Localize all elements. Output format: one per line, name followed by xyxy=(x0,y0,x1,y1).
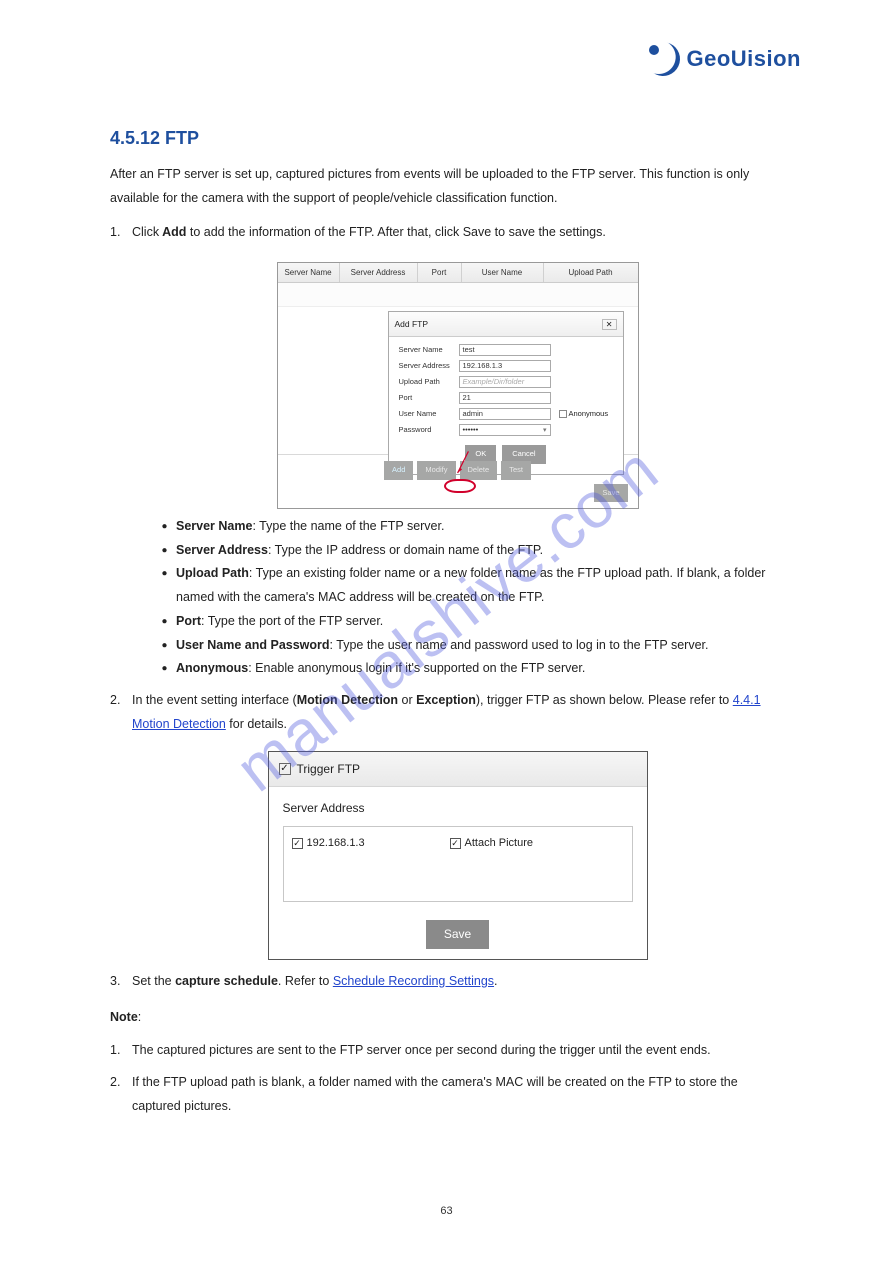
s2c2: Exception xyxy=(416,693,476,707)
step-2: In the event setting interface (Motion D… xyxy=(110,689,783,960)
step1-suffix: to add the information of the FTP. After… xyxy=(190,225,606,239)
step1-bold: Add xyxy=(159,225,190,239)
label-user-name: User Name xyxy=(399,407,459,421)
s2e: for details. xyxy=(229,717,287,731)
step1-prefix: Click xyxy=(132,225,159,239)
test-button[interactable]: Test xyxy=(501,461,531,479)
delete-button[interactable]: Delete xyxy=(460,461,498,479)
s2b: ), xyxy=(476,693,484,707)
modify-button[interactable]: Modify xyxy=(417,461,455,479)
b1b: : Type the name of the FTP server. xyxy=(252,519,444,533)
trigger-ftp-label: Trigger FTP xyxy=(297,758,361,781)
input-server-address[interactable]: 192.168.1.3 xyxy=(459,360,551,372)
attach-picture-checkbox[interactable]: ✓ xyxy=(450,838,461,849)
b4b: : Type the port of the FTP server. xyxy=(201,614,383,628)
page-number: 63 xyxy=(0,1205,893,1217)
brand-logo: GeoUision xyxy=(646,42,801,76)
input-server-name[interactable]: test xyxy=(459,344,551,356)
input-port[interactable]: 21 xyxy=(459,392,551,404)
step-3: Set the capture schedule. Refer to Sched… xyxy=(110,970,783,994)
col-server-name: Server Name xyxy=(278,263,340,282)
s3a: Set the xyxy=(132,974,175,988)
s2a: In the event setting interface ( xyxy=(132,693,297,707)
note-label: Note xyxy=(110,1010,138,1024)
label-port: Port xyxy=(399,391,459,405)
b5a: User Name and Password xyxy=(176,638,330,652)
bullet-server-name: Server Name: Type the name of the FTP se… xyxy=(162,515,783,539)
server-address-heading: Server Address xyxy=(283,797,633,820)
close-icon[interactable]: ✕ xyxy=(602,319,617,330)
section-heading: 4.5.12 FTP xyxy=(110,128,783,149)
label-upload-path: Upload Path xyxy=(399,375,459,389)
label-password: Password xyxy=(399,423,459,437)
s2c: Motion Detection xyxy=(297,693,398,707)
b3a: Upload Path xyxy=(176,566,249,580)
b6b: : Enable anonymous login if it's support… xyxy=(248,661,585,675)
logo-text: GeoUision xyxy=(686,46,801,72)
list-item: ✓ 192.168.1.3 ✓ Attach Picture xyxy=(292,833,624,854)
ftp-table-header: Server Name Server Address Port User Nam… xyxy=(278,263,638,283)
s2d: trigger FTP as shown below. Please refer… xyxy=(487,693,733,707)
input-password[interactable]: •••••• ▾ xyxy=(459,424,551,436)
col-user-name: User Name xyxy=(462,263,544,282)
anonymous-label: Anonymous xyxy=(569,407,609,421)
col-server-address: Server Address xyxy=(340,263,418,282)
logo-mark xyxy=(646,42,680,76)
trigger-ftp-checkbox[interactable]: ✓ xyxy=(279,763,291,775)
col-upload-path: Upload Path xyxy=(544,263,638,282)
bullet-port: Port: Type the port of the FTP server. xyxy=(162,610,783,634)
b3b: : Type an existing folder name or a new … xyxy=(176,566,765,604)
intro-paragraph: After an FTP server is set up, captured … xyxy=(110,163,783,211)
s2b2: or xyxy=(398,693,416,707)
b4a: Port xyxy=(176,614,201,628)
server-address-listbox: ✓ 192.168.1.3 ✓ Attach Picture xyxy=(283,826,633,902)
ip-checkbox[interactable]: ✓ xyxy=(292,838,303,849)
b6a: Anonymous xyxy=(176,661,248,675)
label-server-address: Server Address xyxy=(399,359,459,373)
chevron-down-icon[interactable]: ▾ xyxy=(543,424,547,437)
schedule-recording-link[interactable]: Schedule Recording Settings xyxy=(333,974,494,988)
note-2: If the FTP upload path is blank, a folde… xyxy=(110,1071,783,1119)
bullet-upload-path: Upload Path: Type an existing folder nam… xyxy=(162,562,783,610)
dialog-title: Add FTP xyxy=(395,316,429,332)
b5b: : Type the user name and password used t… xyxy=(330,638,709,652)
label-server-name: Server Name xyxy=(399,343,459,357)
col-port: Port xyxy=(418,263,462,282)
save-button[interactable]: Save xyxy=(594,484,627,502)
add-button[interactable]: Add xyxy=(384,461,413,479)
ftp-config-screenshot: Server Name Server Address Port User Nam… xyxy=(277,262,639,509)
s3c: . Refer to xyxy=(278,974,333,988)
s3d: . xyxy=(494,974,497,988)
bullet-user-pass: User Name and Password: Type the user na… xyxy=(162,634,783,658)
b2b: : Type the IP address or domain name of … xyxy=(268,543,543,557)
save-button-2[interactable]: Save xyxy=(426,920,489,949)
b1a: Server Name xyxy=(176,519,252,533)
attach-picture-label: Attach Picture xyxy=(465,833,533,854)
b2a: Server Address xyxy=(176,543,268,557)
step-1: Click Add to add the information of the … xyxy=(110,221,783,682)
add-ftp-dialog: Add FTP ✕ Server Name test Server Addres… xyxy=(388,311,624,474)
password-value: •••••• xyxy=(463,423,479,437)
note-1: The captured pictures are sent to the FT… xyxy=(110,1039,783,1063)
input-user-name[interactable]: admin xyxy=(459,408,551,420)
trigger-ftp-screenshot: ✓ Trigger FTP Server Address ✓ 192.168.1… xyxy=(268,751,648,960)
bullet-server-address: Server Address: Type the IP address or d… xyxy=(162,539,783,563)
ip-value: 192.168.1.3 xyxy=(307,833,365,854)
s3b: capture schedule xyxy=(175,974,278,988)
bullet-anonymous: Anonymous: Enable anonymous login if it'… xyxy=(162,657,783,681)
anonymous-checkbox[interactable]: Anonymous xyxy=(559,407,609,421)
input-upload-path[interactable]: Example/Dir/folder xyxy=(459,376,551,388)
